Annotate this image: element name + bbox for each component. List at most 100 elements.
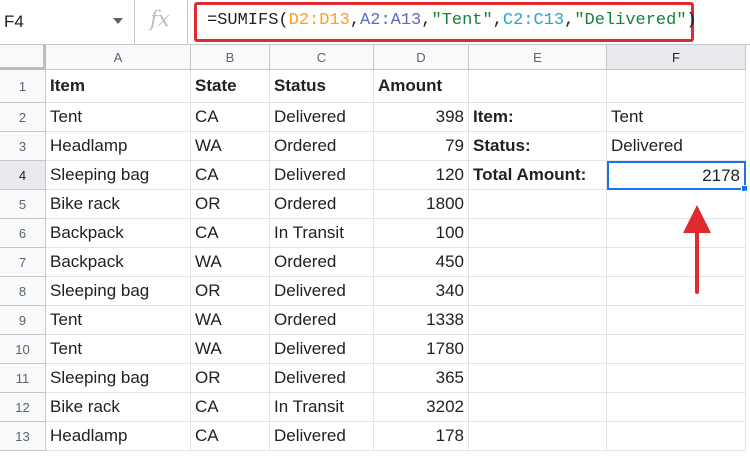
cell-b5[interactable]: OR xyxy=(191,190,270,219)
cell-a13[interactable]: Headlamp xyxy=(46,422,191,451)
cell-b12[interactable]: CA xyxy=(191,393,270,422)
cell-d6[interactable]: 100 xyxy=(374,219,469,248)
cell-e5[interactable] xyxy=(469,190,607,219)
cell-a3[interactable]: Headlamp xyxy=(46,132,191,161)
cell-f10[interactable] xyxy=(607,335,746,364)
column-header-c[interactable]: C xyxy=(270,45,374,70)
cell-a5[interactable]: Bike rack xyxy=(46,190,191,219)
cell-b8[interactable]: OR xyxy=(191,277,270,306)
cell-c3[interactable]: Ordered xyxy=(270,132,374,161)
cell-f5[interactable] xyxy=(607,190,746,219)
cell-a4[interactable]: Sleeping bag xyxy=(46,161,191,190)
cell-a9[interactable]: Tent xyxy=(46,306,191,335)
cell-d2[interactable]: 398 xyxy=(374,103,469,132)
cell-e7[interactable] xyxy=(469,248,607,277)
cell-e4[interactable]: Total Amount: xyxy=(469,161,607,190)
cell-c7[interactable]: Ordered xyxy=(270,248,374,277)
cell-c10[interactable]: Delivered xyxy=(270,335,374,364)
cell-c2[interactable]: Delivered xyxy=(270,103,374,132)
cell-c11[interactable]: Delivered xyxy=(270,364,374,393)
row-header-6[interactable]: 6 xyxy=(0,219,46,248)
column-header-e[interactable]: E xyxy=(469,45,607,70)
cell-f9[interactable] xyxy=(607,306,746,335)
cell-c5[interactable]: Ordered xyxy=(270,190,374,219)
chevron-down-icon[interactable] xyxy=(113,18,123,24)
cell-c6[interactable]: In Transit xyxy=(270,219,374,248)
row-header-10[interactable]: 10 xyxy=(0,335,46,364)
cell-f12[interactable] xyxy=(607,393,746,422)
cell-a8[interactable]: Sleeping bag xyxy=(46,277,191,306)
cell-c13[interactable]: Delivered xyxy=(270,422,374,451)
cell-b10[interactable]: WA xyxy=(191,335,270,364)
cell-f3[interactable]: Delivered xyxy=(607,132,746,161)
column-header-f[interactable]: F xyxy=(607,45,746,70)
cell-a11[interactable]: Sleeping bag xyxy=(46,364,191,393)
cell-f13[interactable] xyxy=(607,422,746,451)
cell-c4[interactable]: Delivered xyxy=(270,161,374,190)
formula-input[interactable]: =SUMIFS(D2:D13,A2:A13,"Tent",C2:C13,"Del… xyxy=(207,11,697,30)
cell-b2[interactable]: CA xyxy=(191,103,270,132)
cell-b13[interactable]: CA xyxy=(191,422,270,451)
cell-e9[interactable] xyxy=(469,306,607,335)
cell-a10[interactable]: Tent xyxy=(46,335,191,364)
column-header-a[interactable]: A xyxy=(46,45,191,70)
cell-d7[interactable]: 450 xyxy=(374,248,469,277)
cell-e11[interactable] xyxy=(469,364,607,393)
column-header-b[interactable]: B xyxy=(191,45,270,70)
cell-d4[interactable]: 120 xyxy=(374,161,469,190)
cell-a1[interactable]: Item xyxy=(46,70,191,103)
row-header-8[interactable]: 8 xyxy=(0,277,46,306)
cell-a12[interactable]: Bike rack xyxy=(46,393,191,422)
cell-f8[interactable] xyxy=(607,277,746,306)
cell-f11[interactable] xyxy=(607,364,746,393)
cell-b7[interactable]: WA xyxy=(191,248,270,277)
cell-c8[interactable]: Delivered xyxy=(270,277,374,306)
cell-f6[interactable] xyxy=(607,219,746,248)
row-header-12[interactable]: 12 xyxy=(0,393,46,422)
row-header-4[interactable]: 4 xyxy=(0,161,46,190)
row-header-1[interactable]: 1 xyxy=(0,70,46,103)
row-header-9[interactable]: 9 xyxy=(0,306,46,335)
cell-a7[interactable]: Backpack xyxy=(46,248,191,277)
column-header-d[interactable]: D xyxy=(374,45,469,70)
cell-a6[interactable]: Backpack xyxy=(46,219,191,248)
row-header-7[interactable]: 7 xyxy=(0,248,46,277)
cell-a2[interactable]: Tent xyxy=(46,103,191,132)
select-all-corner[interactable] xyxy=(0,45,46,70)
cell-e10[interactable] xyxy=(469,335,607,364)
cell-e8[interactable] xyxy=(469,277,607,306)
cell-f2[interactable]: Tent xyxy=(607,103,746,132)
cell-b4[interactable]: CA xyxy=(191,161,270,190)
cell-d11[interactable]: 365 xyxy=(374,364,469,393)
cell-c9[interactable]: Ordered xyxy=(270,306,374,335)
row-header-5[interactable]: 5 xyxy=(0,190,46,219)
row-header-3[interactable]: 3 xyxy=(0,132,46,161)
cell-e6[interactable] xyxy=(469,219,607,248)
cell-b9[interactable]: WA xyxy=(191,306,270,335)
cell-d3[interactable]: 79 xyxy=(374,132,469,161)
cell-e1[interactable] xyxy=(469,70,607,103)
cell-f7[interactable] xyxy=(607,248,746,277)
name-box[interactable]: F4 xyxy=(0,0,135,45)
cell-e13[interactable] xyxy=(469,422,607,451)
cell-b11[interactable]: OR xyxy=(191,364,270,393)
cell-e3[interactable]: Status: xyxy=(469,132,607,161)
cell-c1[interactable]: Status xyxy=(270,70,374,103)
row-header-2[interactable]: 2 xyxy=(0,103,46,132)
cell-e12[interactable] xyxy=(469,393,607,422)
row-header-11[interactable]: 11 xyxy=(0,364,46,393)
row-header-13[interactable]: 13 xyxy=(0,422,46,451)
cell-b1[interactable]: State xyxy=(191,70,270,103)
cell-d9[interactable]: 1338 xyxy=(374,306,469,335)
cell-e2[interactable]: Item: xyxy=(469,103,607,132)
cell-d8[interactable]: 340 xyxy=(374,277,469,306)
cell-b6[interactable]: CA xyxy=(191,219,270,248)
cell-f4[interactable]: 2178 xyxy=(607,161,746,190)
cell-d1[interactable]: Amount xyxy=(374,70,469,103)
cell-d12[interactable]: 3202 xyxy=(374,393,469,422)
cell-b3[interactable]: WA xyxy=(191,132,270,161)
cell-d5[interactable]: 1800 xyxy=(374,190,469,219)
cell-d13[interactable]: 178 xyxy=(374,422,469,451)
cell-f1[interactable] xyxy=(607,70,746,103)
cell-c12[interactable]: In Transit xyxy=(270,393,374,422)
